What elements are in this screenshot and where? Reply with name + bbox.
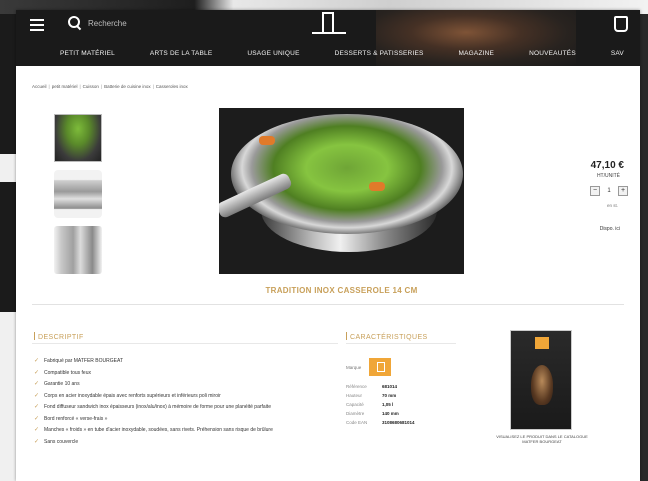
brand-row: Marque: [346, 358, 392, 376]
breadcrumb-item[interactable]: Accueil: [32, 84, 47, 89]
quantity-decrease-button[interactable]: −: [590, 186, 600, 196]
breadcrumb-item[interactable]: Batterie de cuisine inox: [104, 84, 151, 89]
quantity-increase-button[interactable]: +: [618, 186, 628, 196]
stock-note: en st.: [606, 203, 618, 208]
thumbnail-image-pan-side[interactable]: [54, 170, 102, 218]
spec-row: Référence 681014: [346, 383, 398, 389]
thumbnail-list: [54, 114, 104, 282]
nav-item-nouveautes[interactable]: NOUVEAUTÉS: [529, 50, 576, 57]
quantity-stepper: − 1 +: [590, 186, 628, 196]
background-block: [0, 14, 16, 154]
nav-item-petit-materiel[interactable]: PETIT MATÉRIEL: [60, 50, 115, 57]
nav-item-desserts[interactable]: DESSERTS & PATISSERIES: [335, 50, 424, 57]
breadcrumb: Accueil | petit matériel | Cuisson | Batter…: [32, 84, 188, 89]
screen: PETIT MATÉRIEL ARTS DE LA TABLE USAGE UN…: [0, 0, 648, 481]
search-bar[interactable]: [68, 16, 178, 30]
section-divider: [32, 304, 624, 305]
description-item: Compatible tous feux: [34, 370, 324, 377]
spec-row: Diamètre 140 mm: [346, 410, 399, 416]
background-block: [0, 182, 16, 312]
nav-item-arts-de-la-table[interactable]: ARTS DE LA TABLE: [150, 50, 212, 57]
search-input[interactable]: [88, 18, 178, 28]
quantity-value[interactable]: 1: [603, 186, 615, 196]
description-item: Sans couvercle: [34, 439, 324, 446]
brand-logo-icon[interactable]: [369, 358, 392, 376]
brand-label: Marque: [346, 364, 362, 370]
catalogue-caption-link[interactable]: VISUALISEZ LE PRODUIT DANS LE CATALOGUE …: [494, 434, 590, 444]
description-item: Manches « froids » en tube d'acier inoxy…: [34, 427, 324, 434]
description-divider: [32, 343, 338, 344]
main-nav: PETIT MATÉRIEL ARTS DE LA TABLE USAGE UN…: [16, 44, 640, 62]
catalogue-cover-image[interactable]: [510, 330, 572, 430]
product-main-image: [219, 108, 464, 274]
nav-item-usage-unique[interactable]: USAGE UNIQUE: [247, 50, 299, 57]
characteristics-divider: [346, 343, 456, 344]
site-logo-icon[interactable]: [312, 12, 346, 38]
description-item: Fond diffuseur sandwich inox épaisseurs …: [34, 404, 324, 411]
background-right-strip: [640, 14, 648, 481]
pan-rim-shape: [231, 114, 463, 234]
site-header: PETIT MATÉRIEL ARTS DE LA TABLE USAGE UN…: [16, 10, 640, 66]
breadcrumb-item[interactable]: Cuisson: [83, 84, 99, 89]
carrot-shape: [369, 182, 385, 191]
description-item: Bord renforcé « verse-frais »: [34, 416, 324, 423]
breadcrumb-item[interactable]: petit matériel: [52, 84, 78, 89]
background-left-strip: [0, 14, 16, 481]
carrot-shape: [259, 136, 275, 145]
product-title: TRADITION INOX CASSEROLE 14 CM: [265, 286, 418, 295]
nav-item-magazine[interactable]: MAGAZINE: [459, 50, 495, 57]
description-title: DESCRIPTIF: [34, 332, 84, 341]
product-price: 47,10 €: [590, 160, 624, 171]
characteristics-title: CARACTÉRISTIQUES: [346, 332, 428, 341]
browser-window: PETIT MATÉRIEL ARTS DE LA TABLE USAGE UN…: [16, 10, 640, 481]
spec-table: Référence 681014 Hauteur 70 mm Capacité 1,0…: [346, 382, 419, 427]
spec-row: Code EAN 3108680681014: [346, 419, 415, 425]
catalogue-badge-icon: [535, 337, 549, 349]
nav-item-sav[interactable]: SAV: [611, 50, 624, 57]
cart-icon[interactable]: [614, 16, 628, 32]
description-list: Fabriqué par MATFER BOURGEAT Compatible …: [34, 358, 324, 450]
spec-row: Capacité 1,05 l: [346, 401, 394, 407]
thumbnail-image-pan-profile[interactable]: [54, 226, 102, 274]
thumbnail-image-pan-vegetables[interactable]: [54, 114, 102, 162]
hamburger-menu-icon[interactable]: [30, 19, 44, 31]
spec-row: Hauteur 70 mm: [346, 392, 397, 398]
price-unit: HT/UNITÉ: [596, 173, 620, 179]
search-icon[interactable]: [68, 16, 82, 30]
breadcrumb-item: Casseroles inox: [155, 84, 188, 89]
availability-link[interactable]: Dispo. ici: [600, 226, 620, 232]
description-item: Corps en acier inoxydable épais avec ren…: [34, 393, 324, 400]
catalogue-figure-shape: [531, 365, 553, 405]
description-item: Fabriqué par MATFER BOURGEAT: [34, 358, 324, 365]
description-item: Garantie 10 ans: [34, 381, 324, 388]
